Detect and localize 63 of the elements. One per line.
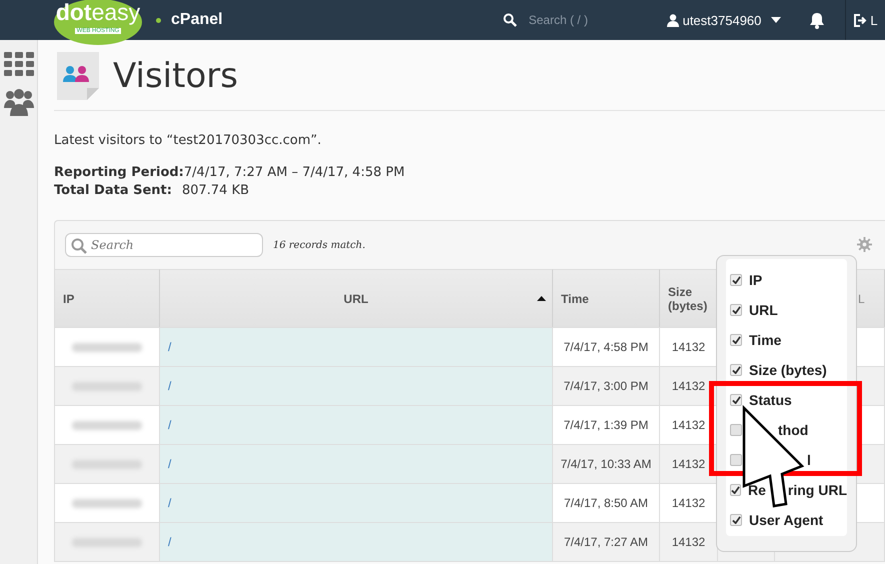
column-option[interactable]: Re ring URL bbox=[726, 480, 847, 500]
column-header[interactable]: Size (bytes) bbox=[660, 269, 718, 327]
url-link[interactable]: / bbox=[168, 535, 172, 549]
logout-icon bbox=[854, 14, 868, 26]
url-link[interactable]: / bbox=[168, 457, 172, 471]
table-cell: 14132 bbox=[660, 327, 718, 366]
page-title: Visitors bbox=[113, 56, 238, 96]
checkbox[interactable] bbox=[730, 424, 742, 436]
column-option[interactable]: User Agent bbox=[726, 510, 847, 530]
checkbox[interactable] bbox=[730, 454, 742, 466]
intro-text: Latest visitors to “test20170303cc.com”. bbox=[54, 133, 322, 148]
url-link[interactable]: / bbox=[168, 340, 172, 354]
table-cell: 14132 bbox=[660, 522, 718, 561]
url-link[interactable]: / bbox=[168, 379, 172, 393]
person-icon bbox=[666, 14, 679, 26]
url-link[interactable]: / bbox=[168, 496, 172, 510]
user-menu[interactable]: utest3754960 bbox=[666, 12, 782, 28]
column-header[interactable]: URL bbox=[160, 269, 553, 327]
table-cell: 14132 bbox=[660, 366, 718, 405]
column-option[interactable]: thod bbox=[726, 420, 847, 440]
blurred-ip bbox=[72, 538, 142, 546]
search-field[interactable]: Search bbox=[65, 233, 263, 257]
blurred-ip bbox=[72, 498, 142, 508]
match-count: 16 records match. bbox=[273, 240, 366, 250]
checkbox[interactable] bbox=[730, 334, 742, 346]
column-option[interactable]: URL bbox=[726, 300, 847, 320]
table-cell: 7/4/17, 1:39 PM bbox=[553, 405, 660, 444]
column-header[interactable]: Time bbox=[553, 269, 660, 327]
table-cell: 7/4/17, 8:50 AM bbox=[553, 483, 660, 522]
search-field[interactable]: Search ( / ) bbox=[526, 12, 641, 28]
period-label: Reporting Period: bbox=[54, 165, 184, 180]
product-name: cPanel bbox=[171, 11, 223, 29]
caret-icon bbox=[771, 17, 782, 23]
column-header[interactable]: IP bbox=[55, 269, 160, 327]
sent-value: 807.74 KB bbox=[182, 183, 250, 198]
url-link[interactable]: / bbox=[168, 418, 172, 432]
checkbox[interactable] bbox=[730, 394, 742, 406]
blurred-ip bbox=[72, 460, 142, 468]
bell-icon[interactable] bbox=[809, 12, 826, 28]
blurred-ip bbox=[72, 382, 142, 390]
users-icon[interactable] bbox=[4, 88, 34, 116]
visitors-icon bbox=[57, 52, 99, 100]
column-option[interactable]: Size (bytes) bbox=[726, 360, 847, 380]
column-option[interactable]: IP bbox=[726, 270, 847, 290]
checkbox[interactable] bbox=[730, 274, 742, 286]
grid-icon[interactable] bbox=[4, 52, 34, 76]
table-cell: 7/4/17, 7:27 AM bbox=[553, 522, 660, 561]
table-cell: 7/4/17, 10:33 AM bbox=[553, 444, 660, 483]
table-cell: 7/4/17, 3:00 PM bbox=[553, 366, 660, 405]
sort-icon bbox=[537, 296, 546, 301]
checkbox[interactable] bbox=[730, 364, 742, 376]
blurred-ip bbox=[72, 342, 142, 352]
sent-label: Total Data Sent: bbox=[54, 183, 172, 198]
search-icon bbox=[502, 13, 517, 27]
checkbox[interactable] bbox=[730, 484, 741, 496]
checkbox[interactable] bbox=[730, 514, 742, 526]
period-value: 7/4/17, 7:27 AM – 7/4/17, 4:58 PM bbox=[184, 165, 405, 180]
checkbox[interactable] bbox=[730, 304, 742, 316]
logout-button[interactable]: L bbox=[845, 0, 878, 40]
blurred-ip bbox=[72, 420, 142, 430]
column-option[interactable]: Time bbox=[726, 330, 847, 350]
table-cell: 14132 bbox=[660, 483, 718, 522]
table-cell: 7/4/17, 4:58 PM bbox=[553, 327, 660, 366]
